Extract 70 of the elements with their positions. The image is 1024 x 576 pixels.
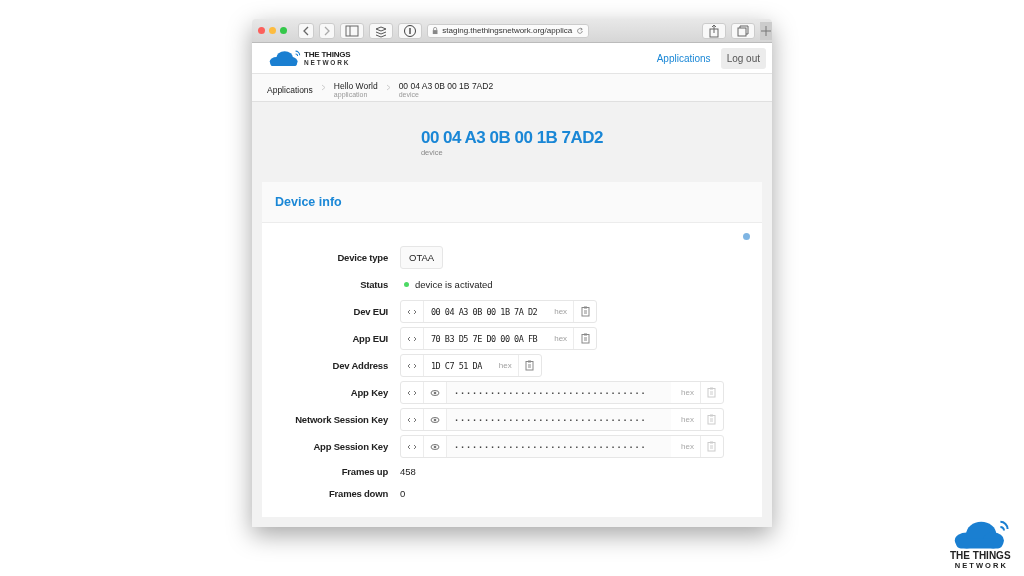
hex-label: hex xyxy=(553,306,569,318)
breadcrumb-link[interactable]: 00 04 A3 0B 00 1B 7AD2 xyxy=(398,81,494,91)
key-field[interactable]: ································ hex xyxy=(400,381,724,404)
layers-icon[interactable] xyxy=(369,22,393,39)
reload-icon[interactable] xyxy=(576,25,584,36)
code-toggle-icon[interactable] xyxy=(407,361,417,370)
key-value: 00 04 A3 0B 00 1B 7A D2 xyxy=(430,305,539,319)
hex-label: hex xyxy=(497,360,513,372)
code-toggle-icon[interactable] xyxy=(407,307,417,316)
help-icon[interactable] xyxy=(743,233,750,240)
hex-label: hex xyxy=(680,441,695,453)
forward-icon[interactable] xyxy=(319,22,335,39)
hex-label: hex xyxy=(680,387,695,399)
key-value: 1D C7 51 DA xyxy=(430,359,483,373)
key-value: 70 B3 D5 7E D0 00 0A FB xyxy=(430,332,539,346)
sidebar-icon[interactable] xyxy=(340,22,364,39)
key-field[interactable]: ································ hex xyxy=(400,408,724,431)
field-label: App Session Key xyxy=(312,440,388,454)
device-title: 00 04 A3 0B 00 1B 7AD2 xyxy=(420,127,604,148)
back-icon[interactable] xyxy=(298,22,314,39)
hex-label: hex xyxy=(553,333,569,345)
logo-text: THE THINGS xyxy=(950,550,1011,561)
plus-icon[interactable] xyxy=(760,21,772,40)
chevron-icon xyxy=(385,84,391,91)
status-text: device is activated xyxy=(415,279,493,290)
tabs-icon[interactable] xyxy=(731,22,755,39)
field-label: Dev EUI xyxy=(352,305,388,319)
key-field[interactable]: 70 B3 D5 7E D0 00 0A FB hex xyxy=(400,327,598,350)
code-toggle-icon[interactable] xyxy=(407,388,417,397)
info-icon[interactable] xyxy=(398,22,422,39)
cloud-logo-icon xyxy=(267,49,301,67)
field-value: 458 xyxy=(400,465,416,477)
field-label: Status xyxy=(359,278,388,292)
share-icon[interactable] xyxy=(702,22,726,39)
key-field[interactable]: ································ hex xyxy=(400,435,724,458)
logout-button[interactable]: Log out xyxy=(720,47,766,69)
field-label: Frames down xyxy=(327,486,388,501)
applications-link[interactable]: Applications xyxy=(656,52,711,64)
field-label: App Key xyxy=(349,386,388,400)
copy-icon[interactable] xyxy=(580,333,590,344)
lock-icon xyxy=(432,26,439,35)
card-title: Device info xyxy=(275,195,342,209)
field-label: Device type xyxy=(336,251,388,265)
hex-label: hex xyxy=(680,414,695,426)
breadcrumb-link[interactable]: Hello World xyxy=(333,81,378,91)
key-field[interactable]: 1D C7 51 DA hex xyxy=(400,354,542,377)
eye-icon[interactable] xyxy=(430,442,440,451)
key-field[interactable]: 00 04 A3 0B 00 1B 7A D2 hex xyxy=(400,300,598,323)
device-type-badge: OTAA xyxy=(400,246,444,269)
eye-icon[interactable] xyxy=(430,388,440,397)
code-toggle-icon[interactable] xyxy=(407,334,417,343)
field-value: 0 xyxy=(400,487,406,499)
field-label: Network Session Key xyxy=(294,413,388,427)
field-label: Frames up xyxy=(340,464,388,479)
key-value: ································ xyxy=(447,409,671,430)
field-label: Dev Address xyxy=(331,359,388,373)
copy-icon[interactable] xyxy=(580,306,590,317)
breadcrumb-link[interactable]: Applications xyxy=(267,84,313,95)
copy-icon[interactable] xyxy=(525,360,535,371)
eye-icon[interactable] xyxy=(430,415,440,424)
code-toggle-icon[interactable] xyxy=(407,442,417,451)
logo-text: THE THINGS xyxy=(304,50,351,59)
key-value: ································ xyxy=(447,436,671,457)
field-label: App EUI xyxy=(351,332,388,346)
address-bar[interactable]: staging.thethingsnetwork.org/applica xyxy=(427,23,589,38)
chevron-icon xyxy=(320,84,326,91)
url-text: staging.thethingsnetwork.org/applica xyxy=(442,26,573,35)
key-value: ································ xyxy=(447,382,671,403)
window-controls[interactable] xyxy=(258,27,287,34)
code-toggle-icon[interactable] xyxy=(407,415,417,424)
